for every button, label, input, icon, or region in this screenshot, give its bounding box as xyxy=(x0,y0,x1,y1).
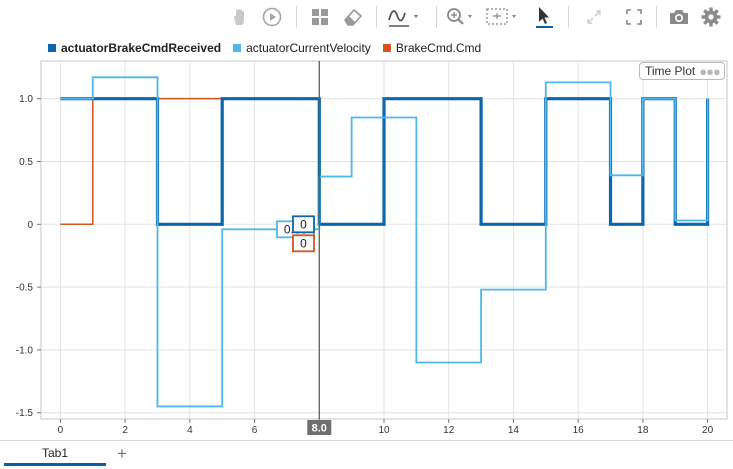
y-tick-label: -1.0 xyxy=(16,345,34,356)
x-tick-label: 18 xyxy=(637,425,649,436)
time-plot-label[interactable]: Time Plot ●●● xyxy=(639,62,725,80)
y-tick-label: 1.0 xyxy=(19,94,33,105)
x-tick-label: 10 xyxy=(378,425,390,436)
y-tick-label: -1.5 xyxy=(16,408,34,419)
time-plot-chart[interactable]: 024681012141618201.00.50-0.5-1.0-1.58.00… xyxy=(0,0,733,440)
x-tick-label: 14 xyxy=(508,425,520,436)
time-plot-title: Time Plot xyxy=(645,64,696,78)
tab-label: Tab1 xyxy=(41,445,69,460)
x-tick-label: 6 xyxy=(252,425,258,436)
cursor-value-brake-received: 0 xyxy=(300,217,307,231)
x-axis: 02468101214161820 xyxy=(58,419,714,436)
y-tick-label: 0.5 xyxy=(19,157,33,168)
x-tick-label: 0 xyxy=(58,425,64,436)
y-axis: 1.0 0.5 0 -0.5 -1.0 -1.5 xyxy=(16,94,41,419)
y-tick-label: -0.5 xyxy=(16,283,34,294)
x-tick-label: 16 xyxy=(573,425,585,436)
cursor-value-brake-cmd: 0 xyxy=(300,236,307,250)
x-tick-label: 20 xyxy=(702,425,714,436)
x-tick-label: 4 xyxy=(187,425,193,436)
add-tab-button[interactable]: + xyxy=(113,444,131,464)
tab-1[interactable]: Tab1 xyxy=(4,442,106,466)
more-options-icon[interactable]: ●●● xyxy=(699,64,721,79)
x-tick-label: 2 xyxy=(122,425,128,436)
x-tick-label: 12 xyxy=(443,425,455,436)
tab-bar: Tab1 + xyxy=(0,440,733,469)
time-cursor-readout: 8.0 xyxy=(312,423,327,435)
y-tick-label: 0 xyxy=(27,220,33,231)
